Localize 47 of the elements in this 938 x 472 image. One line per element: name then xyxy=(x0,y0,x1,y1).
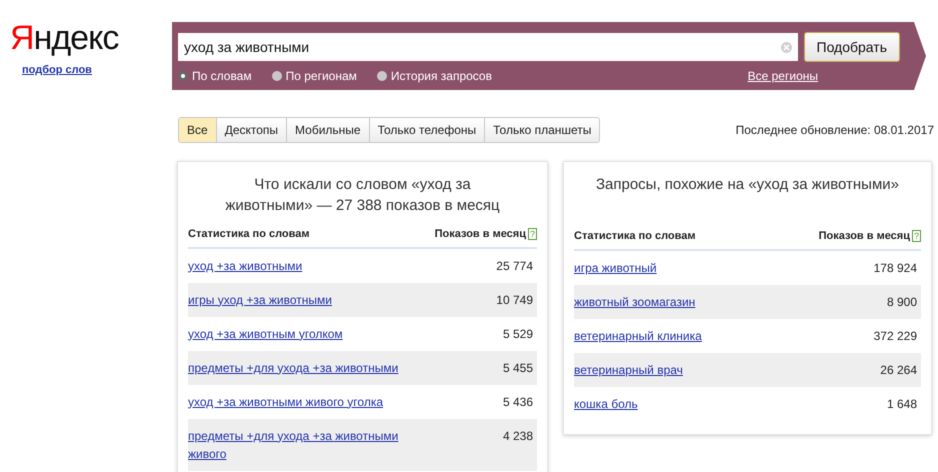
phrase-link[interactable]: уход +за животным уголком xyxy=(188,324,343,342)
tab[interactable]: Все xyxy=(179,118,216,142)
panel-title: Что искали со словом «уход за животными» — 27 388 показов в месяц xyxy=(224,175,501,216)
count-cell-text: 10 749 xyxy=(496,292,534,308)
phrase-link[interactable]: кошка боль xyxy=(574,394,638,412)
column-header: Показов в месяц xyxy=(818,229,910,244)
tab[interactable]: Только телефоны xyxy=(368,118,484,142)
search-field[interactable]: уход за животными xyxy=(178,33,798,61)
count-cell-text: 4 238 xyxy=(502,428,534,444)
logo[interactable]: Яндекс xyxy=(10,18,118,58)
phrase-link[interactable]: уход +за животными xyxy=(188,256,302,274)
subtitle-link[interactable]: подбор слов xyxy=(22,62,92,78)
count-cell-text: 372 229 xyxy=(874,328,918,344)
phrase-link[interactable]: уход +за животными живого уголка xyxy=(188,392,384,410)
column-header: Статистика по словам xyxy=(574,229,696,244)
count-cell-text: 5 436 xyxy=(502,394,534,410)
help-icon[interactable]: ? xyxy=(528,228,537,240)
phrase-link[interactable]: ветеринарный клиника xyxy=(574,326,702,344)
last-update-text: Последнее обновление: 08.01.2017 xyxy=(736,122,934,139)
tab[interactable]: Мобильные xyxy=(286,118,369,142)
tab[interactable]: Только планшеты xyxy=(484,118,600,142)
radio-label[interactable]: История запросов xyxy=(390,67,492,85)
tab[interactable]: Десктопы xyxy=(216,118,286,142)
count-cell-text: 25 774 xyxy=(496,258,534,274)
radio-button[interactable] xyxy=(178,71,188,81)
phrase-link[interactable]: ветеринарный врач xyxy=(574,360,683,378)
radio-label[interactable]: По словам xyxy=(192,67,252,85)
help-icon[interactable]: ? xyxy=(912,230,921,242)
column-header: Показов в месяц xyxy=(434,227,526,242)
count-cell-text: 178 924 xyxy=(874,260,918,276)
radio-label[interactable]: По регионам xyxy=(286,67,357,85)
column-header: Статистика по словам xyxy=(188,227,310,242)
count-cell-text: 5 455 xyxy=(502,360,534,376)
phrase-link[interactable]: игра животный xyxy=(574,258,657,276)
radio-button[interactable] xyxy=(272,71,282,81)
panel-title: Запросы, похожие на «уход за животными» xyxy=(594,175,900,195)
count-cell-text: 1 648 xyxy=(886,396,918,412)
count-cell-text: 8 900 xyxy=(886,294,918,310)
phrase-link[interactable]: животный зоомагазин xyxy=(574,292,696,310)
search-button[interactable]: Подобрать xyxy=(804,32,900,62)
radio-button[interactable] xyxy=(376,71,387,81)
phrase-link[interactable]: предметы +для ухода +за животными живого xyxy=(188,426,418,462)
count-cell-text: 26 264 xyxy=(880,362,918,378)
phrase-link[interactable]: игры уход +за животными xyxy=(188,290,332,308)
count-cell-text: 5 529 xyxy=(502,326,534,342)
regions-link[interactable]: Все регионы xyxy=(748,67,818,85)
phrase-link[interactable]: предметы +для ухода +за животными xyxy=(188,358,398,376)
